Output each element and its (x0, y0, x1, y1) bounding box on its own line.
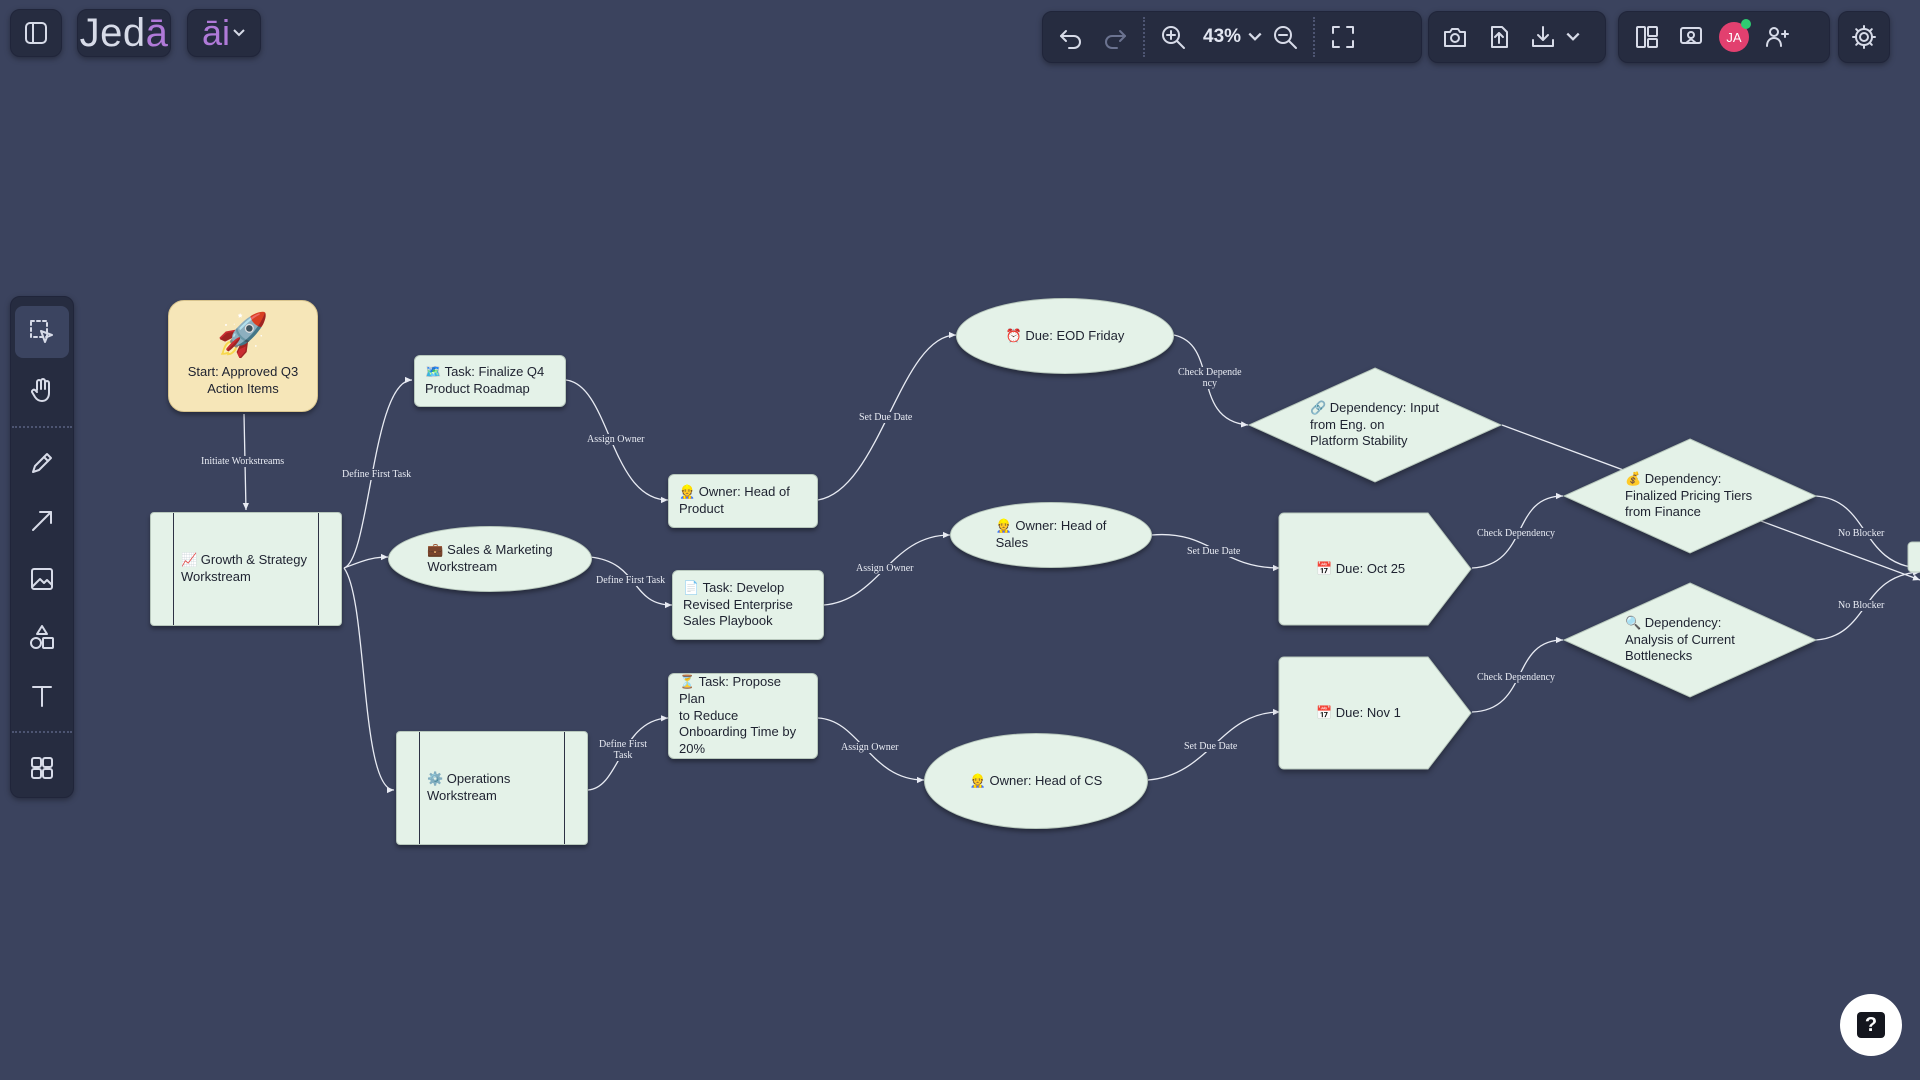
help-button[interactable]: ? (1840, 994, 1902, 1056)
sales-workstream-node[interactable]: 💼 Sales & Marketing Workstream (388, 526, 592, 592)
edge-label: Check Depende ncy (1178, 367, 1242, 389)
edge-label: Set Due Date (859, 412, 913, 423)
edge-label: Define First Task (342, 469, 412, 480)
node-label: 💰 Dependency: Finalized Pricing Tiers fr… (1625, 470, 1753, 520)
node-label: 📈 Growth & Strategy Workstream (181, 552, 308, 584)
owner-product-node[interactable]: 👷 Owner: Head of Product (668, 474, 818, 528)
node-label: 👷 Owner: Head of Sales (995, 518, 1107, 550)
edge-label: No Blocker (1838, 600, 1885, 611)
edge-label: Define First Task (596, 575, 666, 586)
owner-cs-node[interactable]: 👷 Owner: Head of CS (924, 733, 1148, 829)
owner-sales-node[interactable]: 👷 Owner: Head of Sales (950, 502, 1152, 568)
node-label: 👷 Owner: Head of CS (969, 772, 1103, 788)
edge-label: Set Due Date (1184, 741, 1238, 752)
edge-label: Define First Task (599, 739, 648, 761)
help-icon: ? (1857, 1012, 1885, 1038)
start-node[interactable]: 🚀 Start: Approved Q3 Action Items (168, 300, 318, 412)
node-label: 🔗 Dependency: Input from Eng. on Platfor… (1310, 399, 1439, 449)
edge-growth-ops (343, 567, 395, 794)
edge-label: No Blocker (1838, 528, 1885, 539)
task-onboarding-node[interactable]: ⏳ Task: Propose Plan to Reduce Onboardin… (668, 673, 818, 759)
growth-workstream-node[interactable]: 📈 Growth & Strategy Workstream (150, 512, 342, 626)
node-label: ⏳ Task: Propose Plan to Reduce Onboardin… (679, 673, 797, 757)
dep-pricing-node[interactable]: 💰 Dependency: Finalized Pricing Tiers fr… (1562, 438, 1818, 554)
node-label: 👷 Owner: Head of Product (679, 484, 790, 516)
edge-label: Check Dependency (1477, 528, 1556, 539)
node-label: ⏰ Due: EOD Friday (1005, 327, 1125, 343)
node-label: 📄 Task: Develop Revised Enterprise Sales… (683, 579, 793, 629)
node-label: 🗺️ Task: Finalize Q4 Product Roadmap (425, 364, 545, 396)
node-label: ⚙️ Operations Workstream (427, 771, 511, 803)
task-playbook-node[interactable]: 📄 Task: Develop Revised Enterprise Sales… (672, 570, 824, 640)
node-label: 📅 Due: Nov 1 (1316, 704, 1401, 720)
node-label: 📅 Due: Oct 25 (1316, 560, 1406, 576)
edge-label: Initiate Workstreams (201, 456, 285, 467)
edge-label: Assign Owner (587, 434, 645, 445)
edge-label: Check Dependency (1477, 672, 1556, 683)
due-oct-node[interactable]: 📅 Due: Oct 25 (1278, 512, 1472, 626)
offscreen-node-edge (1907, 541, 1920, 573)
dep-bottlenecks-node[interactable]: 🔍 Dependency: Analysis of Current Bottle… (1562, 582, 1818, 698)
dep-eng-node[interactable]: 🔗 Dependency: Input from Eng. on Platfor… (1247, 367, 1503, 483)
ops-workstream-node[interactable]: ⚙️ Operations Workstream (396, 731, 588, 845)
edge-label: Assign Owner (856, 563, 914, 574)
task-roadmap-node[interactable]: 🗺️ Task: Finalize Q4 Product Roadmap (414, 355, 566, 407)
due-nov-node[interactable]: 📅 Due: Nov 1 (1278, 656, 1472, 770)
node-label: 🔍 Dependency: Analysis of Current Bottle… (1625, 614, 1735, 664)
rocket-icon: 🚀 (216, 311, 270, 359)
start-node-label: Start: Approved Q3 Action Items (187, 364, 299, 396)
edge-label: Assign Owner (841, 742, 899, 753)
node-label: 💼 Sales & Marketing Workstream (427, 542, 553, 574)
edge-label: Set Due Date (1187, 546, 1241, 557)
due-eod-node[interactable]: ⏰ Due: EOD Friday (956, 298, 1174, 374)
